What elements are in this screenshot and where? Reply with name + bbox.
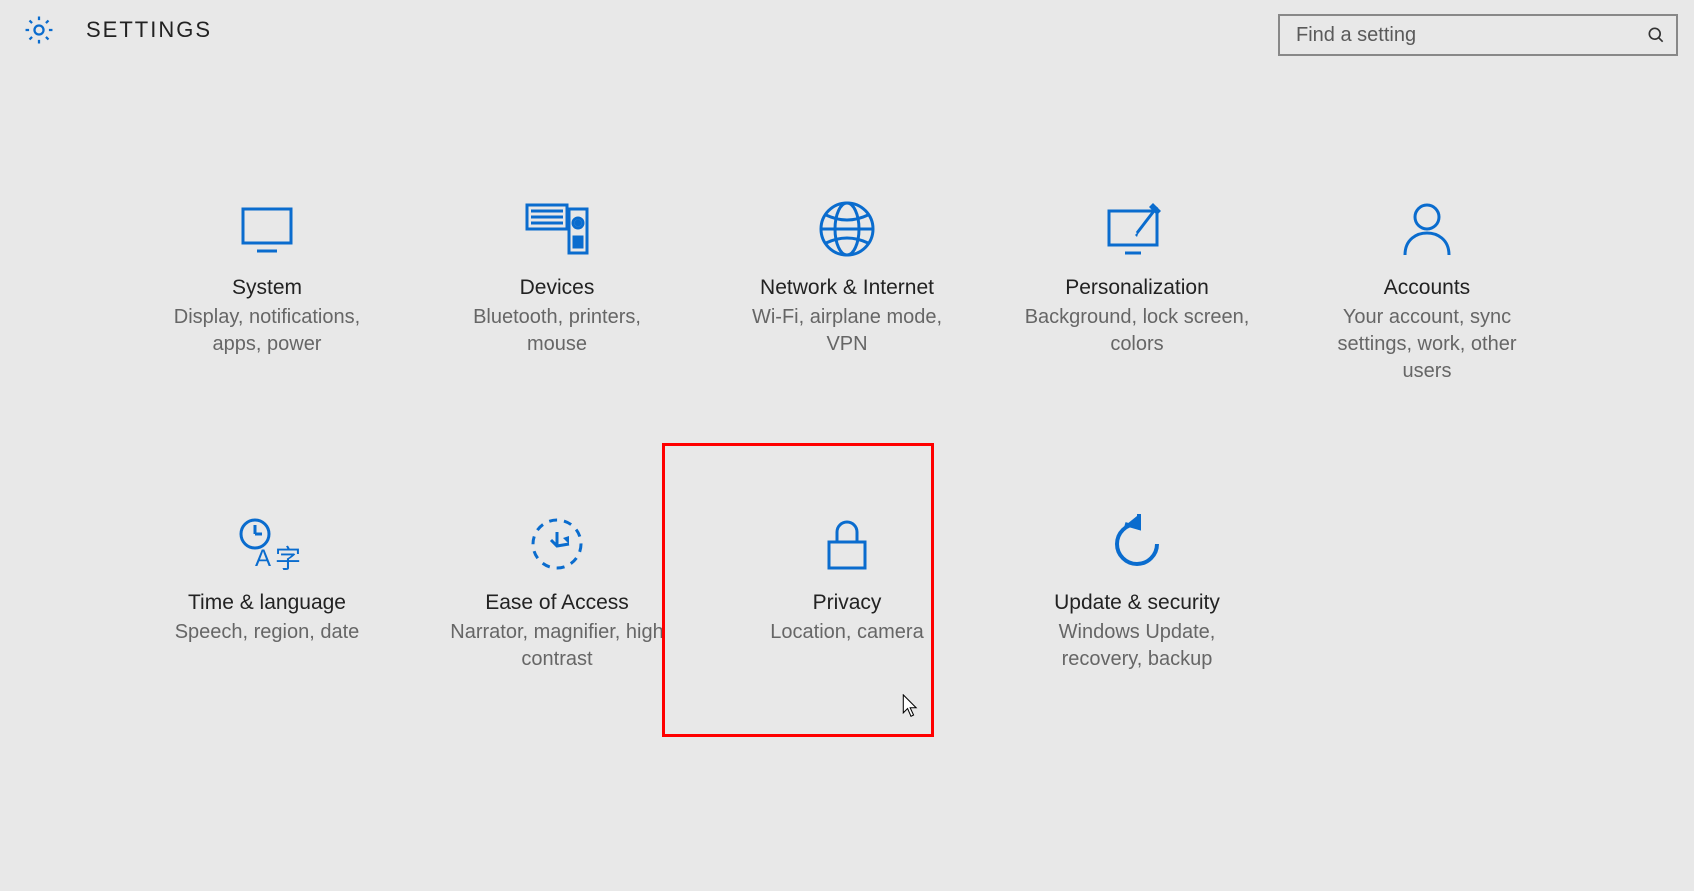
tile-desc: Wi-Fi, airplane mode, VPN [732, 304, 962, 358]
tile-desc: Location, camera [770, 619, 923, 646]
tile-system[interactable]: System Display, notifications, apps, pow… [137, 170, 397, 405]
svg-text:字: 字 [275, 544, 301, 574]
time-language-icon: A 字 [231, 505, 303, 583]
tile-privacy[interactable]: Privacy Location, camera [717, 485, 977, 693]
page-title: SETTINGS [86, 17, 212, 43]
tile-personalization[interactable]: Personalization Background, lock screen,… [1007, 170, 1267, 405]
tile-accounts[interactable]: Accounts Your account, sync settings, wo… [1297, 170, 1557, 405]
devices-icon [521, 190, 593, 268]
tile-title: System [232, 276, 302, 300]
tile-ease-of-access[interactable]: Ease of Access Narrator, magnifier, high… [427, 485, 687, 693]
tile-title: Ease of Access [485, 591, 629, 615]
tile-desc: Display, notifications, apps, power [152, 304, 382, 358]
settings-grid: System Display, notifications, apps, pow… [0, 170, 1694, 693]
lock-icon [815, 505, 879, 583]
globe-icon [815, 190, 879, 268]
tile-title: Update & security [1054, 591, 1220, 615]
tile-desc: Your account, sync settings, work, other… [1312, 304, 1542, 385]
mouse-cursor [902, 694, 920, 718]
tile-desc: Narrator, magnifier, high contrast [442, 619, 672, 673]
update-icon [1105, 505, 1169, 583]
display-icon [235, 190, 299, 268]
personalization-icon [1101, 190, 1173, 268]
search-input[interactable] [1294, 23, 1646, 48]
tile-time-language[interactable]: A 字 Time & language Speech, region, date [137, 485, 397, 693]
svg-text:A: A [255, 545, 271, 572]
tile-title: Network & Internet [760, 276, 934, 300]
tile-title: Time & language [188, 591, 346, 615]
person-icon [1395, 190, 1459, 268]
tile-desc: Background, lock screen, colors [1022, 304, 1252, 358]
gear-icon [22, 13, 56, 47]
tile-network-internet[interactable]: Network & Internet Wi-Fi, airplane mode,… [717, 170, 977, 405]
tile-devices[interactable]: Devices Bluetooth, printers, mouse [427, 170, 687, 405]
tile-title: Accounts [1384, 276, 1470, 300]
tile-title: Privacy [813, 591, 882, 615]
tile-update-security[interactable]: Update & security Windows Update, recove… [1007, 485, 1267, 693]
tile-desc: Speech, region, date [175, 619, 360, 646]
search-icon [1646, 25, 1666, 45]
tile-desc: Windows Update, recovery, backup [1022, 619, 1252, 673]
tile-title: Devices [520, 276, 595, 300]
search-box[interactable] [1278, 14, 1678, 56]
tile-desc: Bluetooth, printers, mouse [442, 304, 672, 358]
tile-title: Personalization [1065, 276, 1209, 300]
ease-of-access-icon [525, 505, 589, 583]
